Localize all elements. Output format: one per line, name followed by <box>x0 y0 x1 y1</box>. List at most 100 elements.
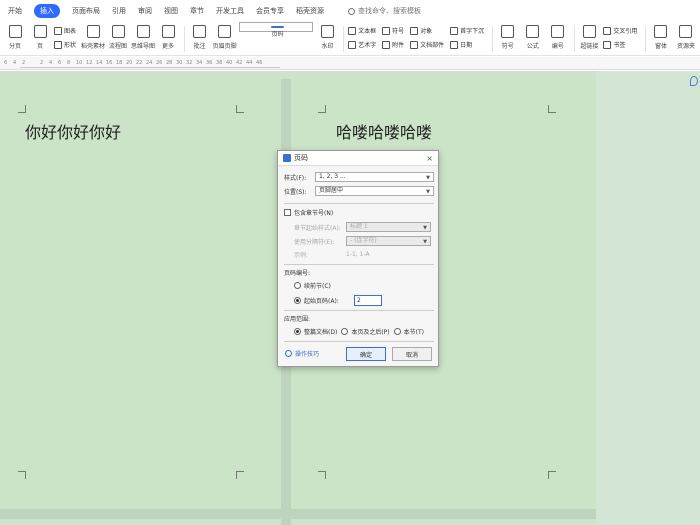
ribbon-formula-button[interactable]: 公式 <box>522 22 544 50</box>
chapter-style-select[interactable]: 标题 1 ▼ <box>346 222 431 232</box>
ribbon-separator <box>492 26 493 52</box>
ribbon-watermark-button[interactable]: 水印 <box>316 22 338 50</box>
start-page-input[interactable]: 2 <box>354 295 382 306</box>
style-select[interactable]: 1, 2, 3 ... ▼ <box>315 172 434 182</box>
ruler-tick: 24 <box>146 60 153 66</box>
page-2-text[interactable]: 哈喽哈喽哈喽 <box>336 119 432 143</box>
apply-section-label: 本节(T) <box>403 329 424 336</box>
include-chapter-checkbox[interactable] <box>284 209 291 216</box>
dialog-title-bar[interactable]: 页码 × <box>278 151 438 166</box>
apply-after-label: 本页及之后(P) <box>351 329 390 336</box>
location-pin-icon[interactable] <box>690 76 698 86</box>
apply-options: 整篇文档(D) 本页及之后(P) 本节(T) <box>294 327 424 336</box>
textbox-icon <box>348 26 357 35</box>
ribbon-symbol-button[interactable]: 符号 <box>497 22 519 50</box>
divider <box>284 341 434 342</box>
apply-after-radio[interactable] <box>341 328 349 335</box>
ribbon-chart-button[interactable]: 图表 <box>54 26 76 35</box>
menu-tab-page-layout[interactable]: 页面布局 <box>72 6 100 16</box>
ribbon-text-group-3: 对象 文档部件 <box>410 22 444 54</box>
ribbon-page-button[interactable]: 页 <box>29 22 51 50</box>
include-chapter-field[interactable]: 包含章节号(N) <box>284 208 333 217</box>
crop-mark <box>548 471 556 479</box>
ribbon-mindmap-button[interactable]: 思维导图 <box>131 22 155 50</box>
app-icon <box>283 154 291 162</box>
ribbon-attachment-button[interactable]: 附件 <box>382 40 404 49</box>
ribbon-header-footer-button[interactable]: 页眉页脚 <box>213 22 237 50</box>
apply-whole-radio[interactable] <box>294 328 301 335</box>
ribbon-wordart-button[interactable]: 艺术字 <box>348 40 376 49</box>
ruler-tick: 4 <box>49 60 53 66</box>
tips-link[interactable]: 操作技巧 <box>285 349 319 358</box>
ok-button[interactable]: 确定 <box>346 347 386 361</box>
ribbon-cross-ref-button[interactable]: 交叉引用 <box>603 26 637 35</box>
ribbon-form-button[interactable]: 窗体 <box>650 22 672 50</box>
cancel-button[interactable]: 取消 <box>392 347 432 361</box>
close-icon[interactable]: × <box>426 154 433 163</box>
chevron-down-icon: ▼ <box>426 175 430 181</box>
command-search-text: 查找命令、搜索模板 <box>358 7 421 15</box>
apply-heading: 应用范围: <box>284 316 311 323</box>
ribbon-numbering-button[interactable]: 编号 <box>547 22 569 50</box>
search-icon <box>348 7 355 15</box>
shape-icon <box>54 40 62 49</box>
ribbon-page-break-button[interactable]: 分页 <box>4 22 26 50</box>
chevron-down-icon: ▼ <box>426 189 430 195</box>
menu-tab-view[interactable]: 视图 <box>164 6 178 16</box>
tips-icon <box>285 350 292 357</box>
page-1-text[interactable]: 你好你好你好 <box>25 119 121 143</box>
dialog-title: 页码 <box>294 154 308 162</box>
omega-icon <box>501 25 515 38</box>
ribbon-docer-material-button[interactable]: 稻壳素材 <box>81 22 105 50</box>
position-select[interactable]: 页脚居中 ▼ <box>315 186 434 196</box>
command-search[interactable]: 查找命令、搜索模板 <box>348 6 421 16</box>
ribbon-bookmark-button[interactable]: 书签 <box>603 40 637 49</box>
drop-cap-icon <box>450 26 459 35</box>
ribbon-page-number-button[interactable]: 页码 <box>238 22 314 38</box>
ribbon-separator <box>184 26 185 52</box>
menu-tab-references[interactable]: 引用 <box>112 6 126 16</box>
symbol-icon <box>382 26 391 35</box>
ribbon-date-button[interactable]: 日期 <box>450 40 484 49</box>
ruler-tick: 18 <box>116 60 123 66</box>
apply-section-radio[interactable] <box>393 328 401 335</box>
start-at-option[interactable]: 起始页码(A): 2 <box>294 295 382 306</box>
ribbon-more-button[interactable]: 更多 <box>157 22 179 50</box>
ruler-tick: 40 <box>226 60 233 66</box>
start-at-radio[interactable] <box>294 297 301 304</box>
ribbon-object-button[interactable]: 对象 <box>410 26 444 35</box>
menu-tab-docer[interactable]: 稻壳资源 <box>296 6 324 16</box>
chapter-style-field: 章节起始样式(A): 标题 1 ▼ <box>294 222 431 232</box>
ribbon-drop-cap-button[interactable]: 首字下沉 <box>450 26 484 35</box>
ribbon-text-group-2: 符号 附件 <box>382 22 404 54</box>
menu-tab-review[interactable]: 审阅 <box>138 6 152 16</box>
ribbon-symbol-small-button[interactable]: 符号 <box>382 26 404 35</box>
continue-option[interactable]: 续前节(C) <box>294 281 331 290</box>
ribbon-flowchart-button[interactable]: 流程图 <box>107 22 129 50</box>
page-1[interactable] <box>0 79 281 509</box>
ruler-tick: 20 <box>126 60 133 66</box>
include-chapter-label: 包含章节号(N) <box>294 210 334 217</box>
separator-select[interactable]: - (连字符) ▼ <box>346 236 431 246</box>
object-icon <box>410 26 419 35</box>
menu-tab-developer[interactable]: 开发工具 <box>216 6 244 16</box>
page-icon <box>33 25 47 38</box>
menu-tab-home[interactable]: 开始 <box>8 6 22 16</box>
ruler-tick: 8 <box>67 60 71 66</box>
ribbon-hyperlink-button[interactable]: 超链接 <box>578 22 600 50</box>
ribbon-shape-button[interactable]: 形状 <box>54 40 76 49</box>
ribbon-text-group-4: 首字下沉 日期 <box>450 22 484 54</box>
numbering-icon <box>551 25 565 38</box>
ribbon-resource-folder-button[interactable]: 资源夹 <box>675 22 697 50</box>
horizontal-ruler[interactable]: 6 4 2 2 4 6 8 10 12 14 16 18 20 22 24 26… <box>0 57 700 70</box>
menu-tab-insert[interactable]: 插入 <box>34 4 60 18</box>
ribbon-textbox-button[interactable]: 文本框 <box>348 26 376 35</box>
position-field: 位置(S): 页脚居中 ▼ <box>284 186 434 196</box>
ribbon-doc-parts-button[interactable]: 文档部件 <box>410 40 444 49</box>
ruler-tick: 28 <box>166 60 173 66</box>
ribbon-comment-button[interactable]: 批注 <box>189 22 211 50</box>
menu-tab-member[interactable]: 会员专享 <box>256 6 284 16</box>
crop-mark <box>318 471 326 479</box>
menu-tab-section[interactable]: 章节 <box>190 6 204 16</box>
continue-radio[interactable] <box>294 282 301 289</box>
